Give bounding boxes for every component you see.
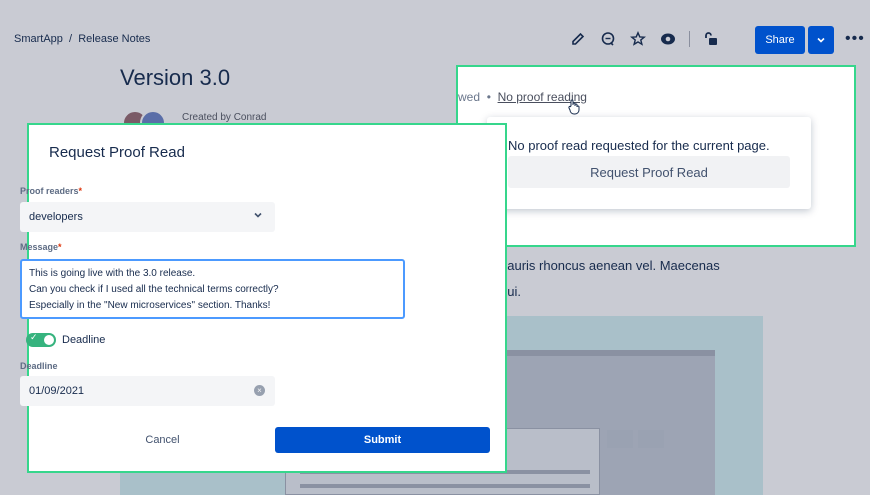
edit-icon[interactable] [569, 30, 587, 48]
check-icon: ✓ [30, 332, 38, 342]
page-title: Version 3.0 [120, 65, 231, 90]
deadline-toggle-row: ✓ Deadline [26, 332, 106, 347]
hand-cursor-icon [567, 99, 581, 118]
content-image-line [300, 484, 590, 488]
content-image-block [607, 430, 633, 448]
status-dot: • [486, 90, 491, 104]
star-icon[interactable] [629, 30, 647, 48]
comment-icon[interactable] [599, 30, 617, 48]
cancel-button[interactable]: Cancel [130, 427, 195, 453]
body-text: nauris rhoncus aenean vel. Maecenas dui. [500, 253, 720, 305]
message-line: Can you check if I used all the technica… [29, 284, 279, 295]
deadline-label: Deadline [20, 361, 58, 371]
page-toolbar [569, 30, 720, 48]
message-line: This is going live with the 3.0 release. [29, 268, 196, 279]
toggle-knob [44, 335, 54, 345]
proof-readers-select[interactable]: developers [20, 202, 275, 232]
watch-icon[interactable] [659, 30, 677, 48]
message-label-text: Message [20, 242, 59, 252]
restrictions-icon[interactable] [702, 30, 720, 48]
deadline-date-input[interactable]: 01/09/2021 × [20, 376, 275, 406]
proof-readers-value: developers [29, 211, 83, 223]
deadline-toggle[interactable]: ✓ [26, 332, 56, 347]
proof-readers-label: Proof readers* [20, 186, 82, 196]
share-dropdown-button[interactable] [808, 26, 834, 54]
breadcrumb-separator: / [69, 33, 73, 45]
created-by: Created by Conrad [182, 112, 267, 123]
proof-read-popover: No proof read requested for the current … [487, 117, 811, 209]
breadcrumb: SmartApp / Release Notes [14, 33, 150, 45]
breadcrumb-space[interactable]: SmartApp [14, 33, 63, 45]
required-marker: * [78, 186, 83, 196]
breadcrumb-page[interactable]: Release Notes [78, 33, 150, 45]
deadline-toggle-label: Deadline [62, 334, 106, 346]
submit-button[interactable]: Submit [275, 427, 490, 453]
body-line: nauris rhoncus aenean vel. Maecenas [500, 258, 720, 273]
share-button[interactable]: Share [755, 26, 805, 54]
deadline-value: 01/09/2021 [29, 385, 85, 397]
content-image-block [638, 430, 664, 448]
chevron-down-icon [817, 37, 825, 43]
toolbar-divider [689, 31, 690, 47]
message-textarea[interactable]: This is going live with the 3.0 release.… [20, 259, 405, 319]
chevron-down-icon [253, 210, 263, 223]
dialog-title: Request Proof Read [49, 144, 185, 161]
more-actions-button[interactable]: ••• [845, 30, 865, 48]
message-line: Especially in the "New microservices" se… [29, 300, 271, 311]
request-proof-read-button[interactable]: Request Proof Read [508, 156, 790, 188]
proof-readers-label-text: Proof readers [20, 186, 79, 196]
body-line: dui. [500, 284, 521, 299]
status-fragment: wed [458, 90, 481, 104]
popover-message: No proof read requested for the current … [508, 138, 770, 153]
message-label: Message* [20, 242, 62, 252]
clear-icon[interactable]: × [254, 385, 265, 396]
required-marker: * [58, 242, 62, 252]
